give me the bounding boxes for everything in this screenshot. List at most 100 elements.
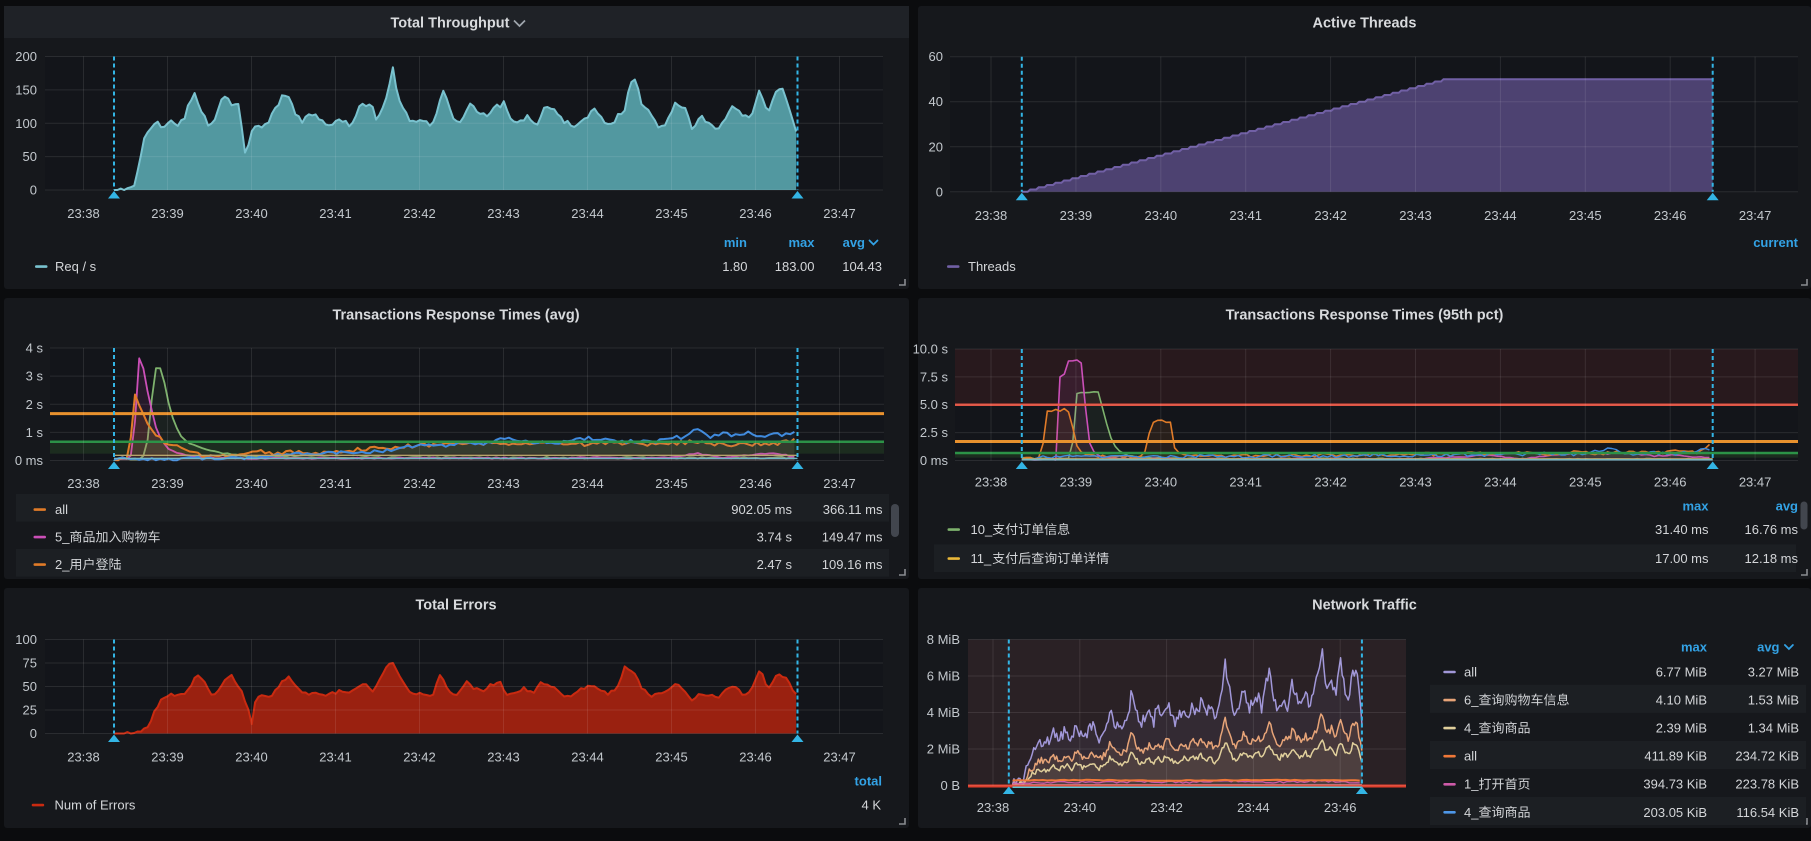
svg-text:17.00 ms: 17.00 ms bbox=[1655, 551, 1709, 566]
svg-text:23:39: 23:39 bbox=[151, 750, 184, 765]
svg-text:4_: 4_ bbox=[1464, 805, 1479, 820]
svg-text:902.05 ms: 902.05 ms bbox=[731, 502, 792, 517]
svg-text:all: all bbox=[1464, 664, 1477, 679]
svg-text:75: 75 bbox=[23, 656, 37, 671]
svg-text:23:47: 23:47 bbox=[1739, 208, 1772, 223]
svg-text:23:38: 23:38 bbox=[977, 800, 1010, 815]
svg-text:40: 40 bbox=[929, 94, 943, 109]
svg-text:0: 0 bbox=[30, 726, 37, 741]
svg-text:23:39: 23:39 bbox=[151, 206, 184, 221]
svg-text:4.10 MiB: 4.10 MiB bbox=[1656, 693, 1707, 708]
svg-text:2 MiB: 2 MiB bbox=[927, 742, 960, 757]
svg-text:23:38: 23:38 bbox=[975, 208, 1008, 223]
svg-text:23:40: 23:40 bbox=[1145, 208, 1178, 223]
svg-text:23:46: 23:46 bbox=[739, 750, 772, 765]
svg-text:10_: 10_ bbox=[971, 522, 993, 537]
svg-text:23:46: 23:46 bbox=[1324, 800, 1357, 815]
svg-text:all: all bbox=[55, 502, 68, 517]
svg-text:1_: 1_ bbox=[1464, 777, 1479, 792]
svg-text:150: 150 bbox=[15, 82, 37, 97]
svg-text:23:41: 23:41 bbox=[1229, 208, 1262, 223]
svg-text:31.40 ms: 31.40 ms bbox=[1655, 522, 1709, 537]
svg-text:7.5 s: 7.5 s bbox=[920, 369, 949, 384]
svg-text:200: 200 bbox=[15, 49, 37, 64]
svg-text:6_: 6_ bbox=[1464, 693, 1479, 708]
svg-text:23:46: 23:46 bbox=[1654, 475, 1687, 490]
svg-text:max: max bbox=[1682, 499, 1709, 514]
svg-text:10.0 s: 10.0 s bbox=[913, 342, 949, 357]
svg-text:11_: 11_ bbox=[971, 551, 992, 566]
svg-text:23:40: 23:40 bbox=[235, 750, 268, 765]
svg-text:Total Errors: Total Errors bbox=[415, 598, 496, 614]
svg-text:23:42: 23:42 bbox=[403, 476, 436, 491]
svg-text:16.76 ms: 16.76 ms bbox=[1745, 522, 1799, 537]
svg-text:23:44: 23:44 bbox=[1237, 800, 1270, 815]
svg-text:366.11 ms: 366.11 ms bbox=[823, 502, 883, 517]
svg-text:23:43: 23:43 bbox=[1399, 475, 1432, 490]
svg-text:50: 50 bbox=[23, 149, 37, 164]
svg-text:1.34 MiB: 1.34 MiB bbox=[1748, 721, 1799, 736]
svg-text:23:43: 23:43 bbox=[1399, 208, 1432, 223]
svg-text:23:42: 23:42 bbox=[1314, 475, 1347, 490]
svg-text:1 s: 1 s bbox=[26, 425, 44, 440]
svg-text:4_: 4_ bbox=[1464, 721, 1479, 736]
svg-text:23:47: 23:47 bbox=[1739, 475, 1772, 490]
svg-text:23:42: 23:42 bbox=[403, 750, 436, 765]
svg-text:23:45: 23:45 bbox=[655, 206, 688, 221]
svg-text:50: 50 bbox=[23, 679, 37, 694]
svg-text:23:45: 23:45 bbox=[655, 750, 688, 765]
svg-text:3.27 MiB: 3.27 MiB bbox=[1748, 664, 1799, 679]
svg-text:3.74 s: 3.74 s bbox=[757, 530, 793, 545]
svg-text:23:45: 23:45 bbox=[1569, 208, 1602, 223]
svg-text:current: current bbox=[1753, 235, 1798, 250]
svg-text:2.39 MiB: 2.39 MiB bbox=[1656, 721, 1707, 736]
svg-text:23:42: 23:42 bbox=[1314, 208, 1347, 223]
svg-text:25: 25 bbox=[23, 703, 37, 718]
svg-text:23:38: 23:38 bbox=[67, 750, 100, 765]
svg-text:0 B: 0 B bbox=[940, 778, 960, 793]
svg-text:4 s: 4 s bbox=[26, 341, 44, 356]
svg-text:100: 100 bbox=[15, 632, 37, 647]
svg-text:23:46: 23:46 bbox=[739, 476, 772, 491]
svg-text:Threads: Threads bbox=[968, 259, 1016, 274]
svg-text:23:47: 23:47 bbox=[823, 476, 856, 491]
svg-text:0: 0 bbox=[30, 183, 37, 198]
svg-text:total: total bbox=[855, 774, 882, 789]
svg-text:12.18 ms: 12.18 ms bbox=[1745, 551, 1799, 566]
svg-text:23:45: 23:45 bbox=[655, 476, 688, 491]
svg-text:23:47: 23:47 bbox=[823, 750, 856, 765]
svg-text:23:47: 23:47 bbox=[823, 206, 856, 221]
svg-text:394.73 KiB: 394.73 KiB bbox=[1643, 777, 1707, 792]
svg-text:6.77 MiB: 6.77 MiB bbox=[1656, 664, 1707, 679]
svg-text:23:41: 23:41 bbox=[319, 206, 352, 221]
svg-text:2.47 s: 2.47 s bbox=[757, 557, 793, 572]
svg-text:23:46: 23:46 bbox=[1654, 208, 1687, 223]
svg-text:Req / s: Req / s bbox=[55, 259, 97, 274]
svg-text:223.78 KiB: 223.78 KiB bbox=[1735, 777, 1799, 792]
svg-text:3 s: 3 s bbox=[26, 369, 44, 384]
svg-text:5.0 s: 5.0 s bbox=[920, 397, 949, 412]
svg-text:Network Traffic: Network Traffic bbox=[1312, 598, 1417, 614]
svg-text:23:39: 23:39 bbox=[151, 476, 184, 491]
svg-text:min: min bbox=[724, 235, 747, 250]
svg-text:5_: 5_ bbox=[55, 530, 70, 545]
svg-text:149.47 ms: 149.47 ms bbox=[822, 530, 883, 545]
svg-text:Active Threads: Active Threads bbox=[1313, 16, 1417, 32]
svg-text:116.54 KiB: 116.54 KiB bbox=[1736, 805, 1799, 820]
svg-text:1.53 MiB: 1.53 MiB bbox=[1748, 693, 1799, 708]
svg-text:23:44: 23:44 bbox=[571, 476, 604, 491]
svg-text:2 s: 2 s bbox=[26, 397, 44, 412]
svg-text:0 ms: 0 ms bbox=[920, 453, 949, 468]
svg-text:23:38: 23:38 bbox=[67, 206, 100, 221]
svg-text:2_: 2_ bbox=[55, 557, 70, 572]
svg-text:23:40: 23:40 bbox=[1064, 800, 1097, 815]
svg-text:23:43: 23:43 bbox=[487, 206, 520, 221]
svg-text:104.43: 104.43 bbox=[842, 259, 882, 274]
svg-text:23:42: 23:42 bbox=[403, 206, 436, 221]
svg-text:4 K: 4 K bbox=[861, 798, 881, 813]
svg-text:183.00: 183.00 bbox=[775, 259, 815, 274]
svg-text:23:46: 23:46 bbox=[739, 206, 772, 221]
svg-text:23:44: 23:44 bbox=[1484, 208, 1517, 223]
svg-text:234.72 KiB: 234.72 KiB bbox=[1735, 749, 1799, 764]
svg-text:8 MiB: 8 MiB bbox=[927, 632, 960, 647]
